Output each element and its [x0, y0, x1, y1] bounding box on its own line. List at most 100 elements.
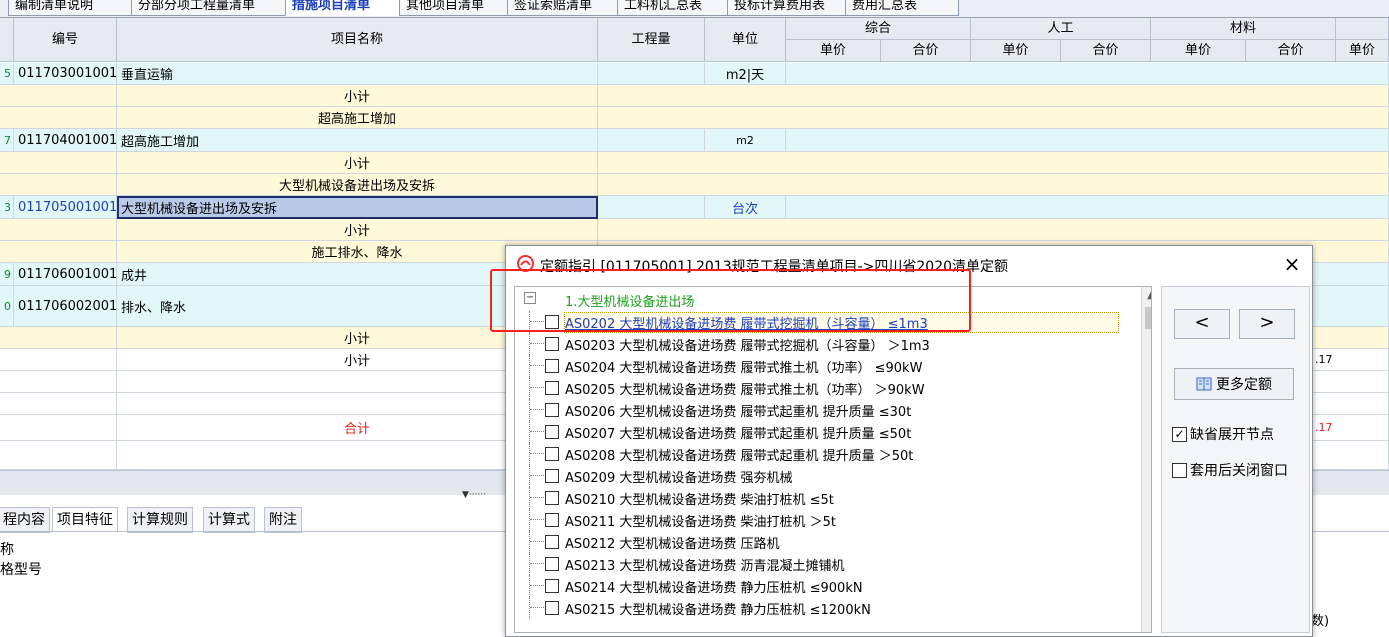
header-name[interactable]: 项目名称	[117, 18, 598, 62]
table-row-selected[interactable]: 3 011705001001 大型机械设备进出场及安拆 台次	[0, 196, 1389, 219]
row-name[interactable]: 超高施工增加	[117, 129, 598, 152]
row-name[interactable]: 垂直运输	[117, 63, 598, 85]
tree-item-label[interactable]: AS0208 大型机械设备进场费 履带式起重机 提升质量 ＞50t	[565, 445, 913, 464]
tab-item-features[interactable]: 项目特征	[52, 507, 118, 533]
more-quota-button[interactable]: 更多定额	[1174, 368, 1294, 400]
splitter-arrow-icon[interactable]: ▼······	[462, 491, 502, 500]
item-checkbox[interactable]	[545, 403, 559, 417]
next-button[interactable]: >	[1239, 309, 1295, 339]
tab-bill-items[interactable]: 分部分项工程量清单	[131, 0, 293, 16]
item-checkbox[interactable]	[545, 469, 559, 483]
tab-calc-rules[interactable]: 计算规则	[127, 507, 193, 533]
row-name-selected[interactable]: 大型机械设备进出场及安拆	[117, 196, 598, 219]
tree-item-label[interactable]: AS0206 大型机械设备进场费 履带式起重机 提升质量 ≤30t	[565, 401, 911, 420]
tree-item-label[interactable]: AS0205 大型机械设备进场费 履带式推土机（功率） ＞90kW	[565, 379, 925, 398]
tree-item[interactable]: AS0202 大型机械设备进场费 履带式挖掘机（斗容量） ≤1m3	[515, 311, 1141, 333]
option-close-after-apply[interactable]: 套用后关闭窗口	[1172, 460, 1288, 480]
tree-item[interactable]: AS0214 大型机械设备进场费 静力压桩机 ≤900kN	[515, 575, 1141, 597]
close-after-apply-checkbox[interactable]	[1172, 462, 1187, 478]
scroll-thumb[interactable]	[1145, 307, 1151, 329]
table-row[interactable]: 大型机械设备进出场及安拆	[0, 174, 1389, 196]
prev-button[interactable]: <	[1174, 309, 1230, 339]
tree-item-label[interactable]: AS0207 大型机械设备进场费 履带式起重机 提升质量 ≤50t	[565, 423, 911, 442]
tree-item[interactable]: AS0210 大型机械设备进场费 柴油打桩机 ≤5t	[515, 487, 1141, 509]
table-row[interactable]: 超高施工增加	[0, 107, 1389, 129]
tab-fee-summary[interactable]: 费用汇总表	[845, 0, 959, 16]
table-row[interactable]: 小计	[0, 85, 1389, 107]
tab-materials-summary[interactable]: 工料机汇总表	[617, 0, 735, 16]
tree-scrollbar[interactable]: ▲	[1141, 287, 1151, 632]
tree-item[interactable]: AS0208 大型机械设备进场费 履带式起重机 提升质量 ＞50t	[515, 443, 1141, 465]
header-material-unit-price[interactable]: 单价	[1151, 40, 1246, 62]
expand-nodes-checkbox[interactable]: ✓	[1172, 426, 1187, 442]
row-unit[interactable]: 台次	[705, 196, 786, 219]
tab-formula[interactable]: 计算式	[203, 507, 255, 533]
header-labor-total[interactable]: 合价	[1061, 40, 1151, 62]
tree-item[interactable]: AS0207 大型机械设备进场费 履带式起重机 提升质量 ≤50t	[515, 421, 1141, 443]
tree-item[interactable]: AS0213 大型机械设备进场费 沥青混凝土摊铺机	[515, 553, 1141, 575]
tab-claims[interactable]: 签证索赔清单	[507, 0, 625, 16]
item-checkbox[interactable]	[545, 557, 559, 571]
table-row[interactable]: 小计	[0, 219, 1389, 241]
tree-item-label[interactable]: AS0212 大型机械设备进场费 压路机	[565, 533, 780, 552]
table-row[interactable]: 小计	[0, 152, 1389, 174]
tree-item[interactable]: AS0203 大型机械设备进场费 履带式挖掘机（斗容量） ＞1m3	[515, 333, 1141, 355]
item-checkbox[interactable]	[545, 359, 559, 373]
scroll-up-icon[interactable]: ▲	[1142, 287, 1151, 305]
tab-notes[interactable]: 附注	[264, 507, 302, 533]
header-comp-total[interactable]: 合价	[881, 40, 971, 62]
row-code[interactable]: 011705001001	[14, 196, 117, 219]
table-row[interactable]: 5 011703001001 垂直运输 m2|天	[0, 63, 1389, 85]
tree-item-label[interactable]: AS0214 大型机械设备进场费 静力压桩机 ≤900kN	[565, 577, 863, 596]
header-comp-unit-price[interactable]: 单价	[786, 40, 881, 62]
tab-other-items[interactable]: 其他项目清单	[399, 0, 515, 16]
header-code[interactable]: 编号	[14, 18, 117, 62]
row-unit[interactable]: m2	[705, 129, 786, 152]
header-unit[interactable]: 单位	[705, 18, 786, 62]
tree-item[interactable]: AS0204 大型机械设备进场费 履带式推土机（功率） ≤90kW	[515, 355, 1141, 377]
tree-item[interactable]: AS0211 大型机械设备进场费 柴油打桩机 ＞5t	[515, 509, 1141, 531]
row-code[interactable]: 011706002001	[14, 286, 117, 327]
item-checkbox[interactable]	[545, 513, 559, 527]
tab-measures[interactable]: 措施项目清单	[285, 0, 407, 16]
row-qty[interactable]	[598, 63, 705, 85]
item-checkbox[interactable]	[545, 579, 559, 593]
collapse-icon[interactable]: −	[524, 292, 536, 304]
row-qty[interactable]	[598, 196, 705, 219]
header-qty[interactable]: 工程量	[598, 18, 705, 62]
option-expand-nodes[interactable]: ✓ 缺省展开节点	[1172, 424, 1274, 444]
row-code[interactable]: 011706001001	[14, 263, 117, 286]
row-unit[interactable]: m2|天	[705, 63, 786, 85]
tree-root-label[interactable]: 1.大型机械设备进出场	[565, 291, 694, 310]
tree-root-node[interactable]: − 1.大型机械设备进出场	[515, 289, 1141, 311]
item-checkbox[interactable]	[545, 381, 559, 395]
tree-item-label[interactable]: AS0204 大型机械设备进场费 履带式推土机（功率） ≤90kW	[565, 357, 922, 376]
tree-item-label[interactable]: AS0211 大型机械设备进场费 柴油打桩机 ＞5t	[565, 511, 836, 530]
item-checkbox[interactable]	[545, 491, 559, 505]
tree-item-label[interactable]: AS0213 大型机械设备进场费 沥青混凝土摊铺机	[565, 555, 845, 574]
tree-item-label[interactable]: AS0215 大型机械设备进场费 静力压桩机 ≤1200kN	[565, 599, 871, 618]
tree-item[interactable]: AS0212 大型机械设备进场费 压路机	[515, 531, 1141, 553]
tree-item-label[interactable]: AS0203 大型机械设备进场费 履带式挖掘机（斗容量） ＞1m3	[565, 335, 930, 354]
tree-item[interactable]: AS0205 大型机械设备进场费 履带式推土机（功率） ＞90kW	[515, 377, 1141, 399]
row-qty[interactable]	[598, 129, 705, 152]
header-extra-unit-price[interactable]: 单价	[1336, 40, 1389, 62]
table-row[interactable]: 7 011704001001 超高施工增加 m2	[0, 129, 1389, 152]
tree-item[interactable]: AS0206 大型机械设备进场费 履带式起重机 提升质量 ≤30t	[515, 399, 1141, 421]
item-checkbox[interactable]	[545, 601, 559, 615]
tree-item[interactable]: AS0209 大型机械设备进场费 强夯机械	[515, 465, 1141, 487]
item-checkbox[interactable]	[545, 535, 559, 549]
item-checkbox[interactable]	[545, 447, 559, 461]
tree-item-label[interactable]: AS0209 大型机械设备进场费 强夯机械	[565, 467, 793, 486]
tab-list-description[interactable]: 编制清单说明	[8, 0, 138, 16]
header-labor-unit-price[interactable]: 单价	[971, 40, 1061, 62]
tree-item[interactable]: AS0215 大型机械设备进场费 静力压桩机 ≤1200kN	[515, 597, 1141, 619]
close-icon[interactable]: ×	[1282, 254, 1302, 274]
header-material-total[interactable]: 合价	[1246, 40, 1336, 62]
tab-work-content[interactable]: 程内容	[0, 507, 50, 533]
row-code[interactable]: 011703001001	[14, 63, 117, 85]
item-checkbox[interactable]	[545, 315, 559, 329]
row-code[interactable]: 011704001001	[14, 129, 117, 152]
tab-bid-fee[interactable]: 投标计算费用表	[727, 0, 853, 16]
tree-item-label[interactable]: AS0210 大型机械设备进场费 柴油打桩机 ≤5t	[565, 489, 834, 508]
